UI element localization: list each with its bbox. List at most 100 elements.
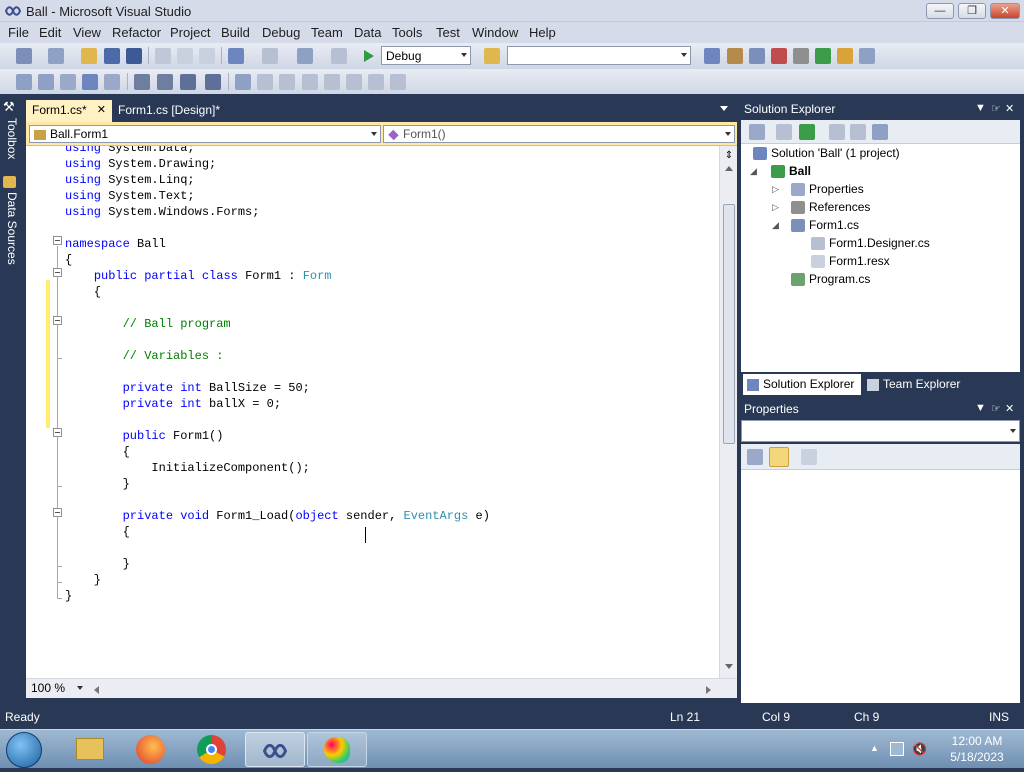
data-sources-tab[interactable]: Data Sources [2, 192, 19, 272]
window-position-icon[interactable]: ▼ [975, 402, 986, 414]
firefox-icon[interactable] [121, 732, 181, 767]
visual-studio-taskbar-button[interactable] [245, 732, 305, 767]
code-line[interactable]: using System.Windows.Forms; [65, 204, 259, 220]
menu-build[interactable]: Build [221, 25, 250, 40]
code-line[interactable]: private int BallSize = 50; [65, 380, 310, 396]
minimize-button[interactable]: — [926, 3, 954, 19]
menu-help[interactable]: Help [529, 25, 556, 40]
windows-start-icon[interactable] [6, 732, 42, 768]
tree-node-solution[interactable]: Solution 'Ball' (1 project) [753, 144, 900, 162]
decrease-indent-2-icon[interactable] [205, 74, 221, 90]
tree-node-form1[interactable]: Form1.cs [791, 216, 859, 234]
tree-node-project[interactable]: Ball [771, 162, 811, 180]
menu-data[interactable]: Data [354, 25, 381, 40]
code-line[interactable]: using System.Text; [65, 188, 195, 204]
class-view-icon[interactable] [837, 48, 853, 64]
tab-team-explorer[interactable]: Team Explorer [863, 374, 973, 395]
decrease-indent-icon[interactable] [104, 74, 120, 90]
expanded-arrow-icon[interactable]: ◢ [772, 220, 779, 231]
display-word-completion-icon[interactable] [82, 74, 98, 90]
menu-test[interactable]: Test [436, 25, 460, 40]
code-line[interactable]: public Form1() [65, 428, 224, 444]
code-line[interactable]: { [65, 444, 130, 460]
paste-icon[interactable] [199, 48, 215, 64]
property-pages-icon[interactable] [801, 449, 817, 465]
auto-hide-pin-icon[interactable]: ☞ [991, 102, 1001, 115]
find-in-files-icon[interactable] [484, 48, 500, 64]
code-line[interactable]: InitializeComponent(); [65, 460, 309, 476]
auto-hide-pin-icon[interactable]: ☞ [991, 402, 1001, 415]
active-files-dropdown-icon[interactable] [720, 106, 728, 111]
solution-explorer-icon[interactable] [704, 48, 720, 64]
properties-object-combo[interactable] [741, 420, 1020, 442]
outline-collapse-constructor-icon[interactable] [53, 428, 62, 437]
show-hidden-icons-icon[interactable]: ▲ [870, 743, 879, 753]
code-line[interactable]: } [65, 556, 130, 572]
tab-form1-cs[interactable]: Form1.cs* ✕ [26, 100, 112, 122]
view-class-diagram-icon[interactable] [872, 124, 888, 140]
view-designer-icon[interactable] [850, 124, 866, 140]
close-pane-icon[interactable]: ✕ [1005, 102, 1014, 115]
menu-window[interactable]: Window [472, 25, 518, 40]
restore-button[interactable]: ❐ [958, 3, 986, 19]
solution-configuration-combo[interactable]: Debug [381, 46, 471, 65]
undo-icon[interactable] [228, 48, 244, 64]
clear-bookmarks-icon[interactable] [390, 74, 406, 90]
volume-muted-icon[interactable]: 🔇 [912, 742, 928, 756]
toolbox-icon[interactable] [771, 48, 787, 64]
tree-node-form1-designer[interactable]: Form1.Designer.cs [811, 234, 930, 252]
tree-node-form1-resx[interactable]: Form1.resx [811, 252, 890, 270]
previous-bookmark-icon[interactable] [257, 74, 273, 90]
code-line[interactable]: private void Form1_Load(object sender, E… [65, 508, 490, 524]
code-line[interactable]: } [65, 572, 101, 588]
previous-bookmark-in-folder-icon[interactable] [302, 74, 318, 90]
cut-icon[interactable] [155, 48, 171, 64]
show-all-files-icon[interactable] [776, 124, 792, 140]
add-item-icon[interactable] [48, 48, 64, 64]
menu-team[interactable]: Team [311, 25, 343, 40]
scroll-left-icon[interactable] [94, 686, 99, 694]
collapsed-arrow-icon[interactable]: ▷ [772, 184, 779, 195]
start-debugging-icon[interactable] [360, 48, 376, 64]
previous-bookmark-in-document-icon[interactable] [346, 74, 362, 90]
tree-node-properties[interactable]: Properties [791, 180, 864, 198]
increase-indent-icon[interactable] [180, 74, 196, 90]
toggle-bookmark-icon[interactable] [235, 74, 251, 90]
next-bookmark-in-document-icon[interactable] [368, 74, 384, 90]
menu-project[interactable]: Project [170, 25, 210, 40]
outline-collapse-class-icon[interactable] [53, 268, 62, 277]
types-combo[interactable]: Ball.Form1 [29, 125, 381, 143]
properties-window-icon[interactable] [727, 48, 743, 64]
next-bookmark-in-folder-icon[interactable] [324, 74, 340, 90]
tree-node-program[interactable]: Program.cs [791, 270, 870, 288]
collapsed-arrow-icon[interactable]: ▷ [772, 202, 779, 213]
menu-edit[interactable]: Edit [39, 25, 61, 40]
display-object-member-list-icon[interactable] [16, 74, 32, 90]
members-combo[interactable]: Form1() [383, 125, 735, 143]
scroll-up-icon[interactable] [725, 166, 733, 171]
toolbox-tab[interactable]: Toolbox [2, 118, 19, 174]
code-line[interactable]: namespace Ball [65, 236, 166, 252]
save-icon[interactable] [104, 48, 120, 64]
save-all-icon[interactable] [126, 48, 142, 64]
menu-debug[interactable]: Debug [262, 25, 300, 40]
close-tab-icon[interactable]: ✕ [97, 103, 106, 116]
next-bookmark-icon[interactable] [279, 74, 295, 90]
scroll-right-icon[interactable] [706, 686, 711, 694]
tree-node-references[interactable]: References [791, 198, 870, 216]
paint-icon[interactable] [307, 732, 367, 767]
chrome-icon[interactable] [182, 732, 242, 767]
code-line[interactable]: // Ball program [65, 316, 231, 332]
menu-tools[interactable]: Tools [392, 25, 422, 40]
vertical-scroll-thumb[interactable] [723, 204, 735, 444]
close-button[interactable]: ✕ [990, 3, 1020, 19]
code-line[interactable]: using System.Linq; [65, 172, 195, 188]
code-line[interactable]: public partial class Form1 : Form [65, 268, 332, 284]
window-position-icon[interactable]: ▼ [975, 102, 986, 114]
code-line[interactable]: { [65, 284, 101, 300]
navigate-backward-icon[interactable] [297, 48, 313, 64]
split-handle-icon[interactable]: ⇕ [723, 150, 735, 162]
display-parameter-info-icon[interactable] [38, 74, 54, 90]
properties-icon[interactable] [749, 124, 765, 140]
code-line[interactable]: // Variables : [65, 348, 224, 364]
